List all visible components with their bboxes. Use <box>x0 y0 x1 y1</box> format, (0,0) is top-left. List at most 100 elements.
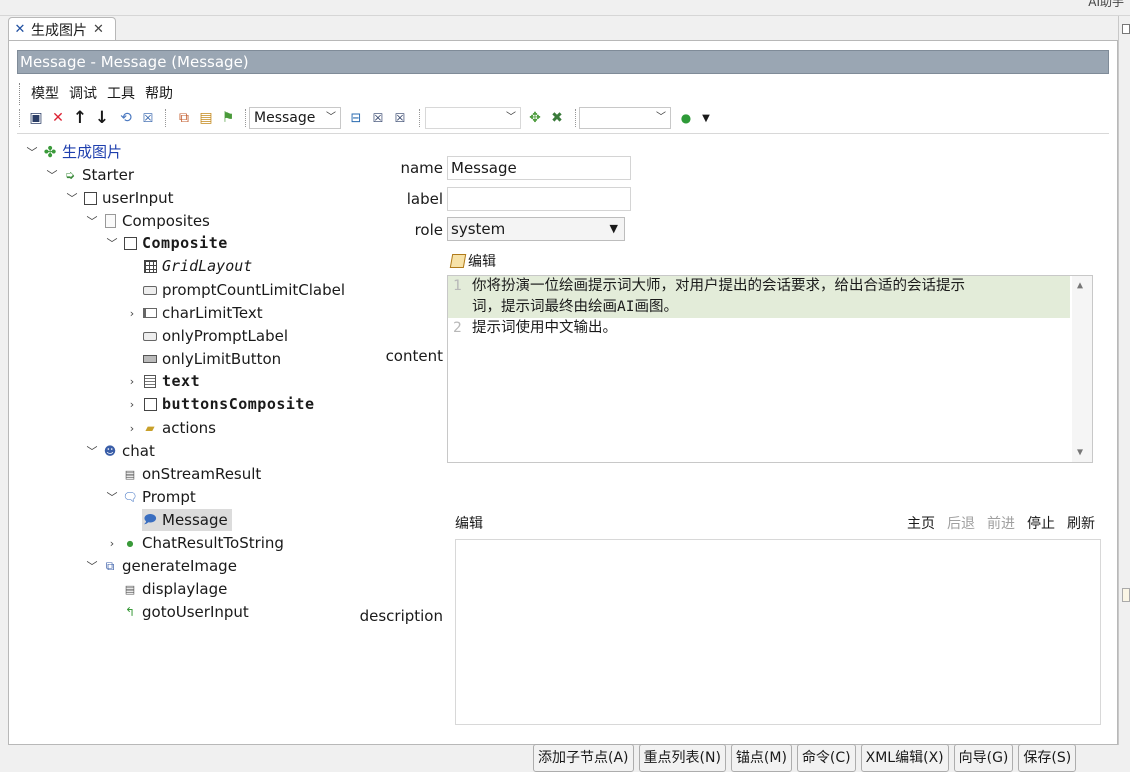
expand-chevron-icon[interactable]: ﹀ <box>105 489 119 505</box>
tree-node-generateimage[interactable]: ﹀ ⧉ generateImage <box>85 555 237 577</box>
tree-node-starter[interactable]: ﹀ ➭ Starter <box>45 164 135 186</box>
forward-button[interactable]: 前进 <box>987 511 1015 537</box>
ai-assistant-label[interactable]: AI助手 <box>1088 0 1124 10</box>
expand-chevron-icon[interactable]: ﹀ <box>65 190 79 206</box>
run-dropdown-icon[interactable]: ▼ <box>697 109 715 127</box>
minimize-icon[interactable] <box>1122 24 1130 34</box>
expand-chevron-icon[interactable]: ﹀ <box>85 558 99 574</box>
copy-icon[interactable]: ⧉ <box>175 109 193 127</box>
toolbar-separator <box>165 109 167 127</box>
run-target-select[interactable]: ﹀ <box>579 107 671 129</box>
menu-item-tools[interactable]: 工具 <box>107 83 135 105</box>
tree-node-root[interactable]: ﹀ ✤ 生成图片 <box>25 141 123 163</box>
person-icon: ☻ <box>103 444 117 458</box>
close-icon[interactable]: ✕ <box>93 22 104 37</box>
delete-icon[interactable]: ✕ <box>49 109 67 127</box>
move-up-icon[interactable]: ↑ <box>71 108 89 128</box>
collapsed-chevron-icon[interactable]: › <box>125 307 139 320</box>
tree-node-label: charLimitText <box>162 304 263 322</box>
paste-icon[interactable]: ▤ <box>197 109 215 127</box>
home-button[interactable]: 主页 <box>907 511 935 537</box>
tree-node-actions[interactable]: › ▰ actions <box>125 417 216 439</box>
tree-node-chat[interactable]: ﹀ ☻ chat <box>85 440 155 462</box>
tree-node-label: 生成图片 <box>62 143 123 161</box>
tree-node-onlypromptlabel[interactable]: onlyPromptLabel <box>125 325 288 347</box>
tree-node-message[interactable]: 🗩 Message <box>125 509 232 531</box>
collapsed-chevron-icon[interactable]: › <box>105 537 119 550</box>
vertical-scrollbar[interactable]: ▲ ▼ <box>1072 276 1092 462</box>
save-button[interactable]: 保存(S) <box>1018 744 1077 772</box>
content-editor[interactable]: 1 你将扮演一位绘画提示词大师，对用户提出的会话要求，给出合适的会话提示 词，提… <box>447 275 1093 463</box>
menu-item-model[interactable]: 模型 <box>31 83 59 105</box>
tree-node-displaylage[interactable]: ▤ displaylage <box>105 578 228 600</box>
action-select[interactable]: ﹀ <box>425 107 521 129</box>
label-label: label <box>406 190 443 208</box>
expand-chevron-icon[interactable]: ﹀ <box>25 144 39 160</box>
tree-node-composite[interactable]: ﹀ Composite <box>105 232 228 254</box>
run-action-icon[interactable]: ✥ <box>526 109 544 127</box>
role-label: role <box>414 221 443 239</box>
tab-title: 生成图片 <box>31 22 87 39</box>
description-label: description <box>359 607 443 625</box>
label-field[interactable] <box>447 187 631 211</box>
tree-node-promptcountlimitclabel[interactable]: promptCountLimitClabel <box>125 279 345 301</box>
tree-node-userinput[interactable]: ﹀ userInput <box>65 187 174 209</box>
move-down-icon[interactable]: ↓ <box>93 108 111 128</box>
description-edit-link[interactable]: 编辑 <box>455 516 483 532</box>
property-form: name Message label role system ▼ 编辑 cont… <box>349 141 1109 772</box>
xml-icon[interactable]: ☒ <box>139 109 157 127</box>
run-icon[interactable]: ● <box>677 109 695 127</box>
collapsed-chevron-icon[interactable]: › <box>125 422 139 435</box>
refresh-button[interactable]: 刷新 <box>1067 511 1095 537</box>
content-edit-link[interactable]: 编辑 <box>449 251 496 271</box>
save-icon[interactable]: ▣ <box>27 109 45 127</box>
toolbar-grip[interactable] <box>19 109 21 127</box>
insert-child-icon[interactable]: ☒ <box>369 109 387 127</box>
tree-node-gridlayout[interactable]: GridLayout <box>125 255 252 277</box>
tree-node-charlimittext[interactable]: › charLimitText <box>125 302 263 324</box>
tree-node-onlylimitbutton[interactable]: onlyLimitButton <box>125 348 281 370</box>
tree-node-label: Composites <box>122 212 210 230</box>
tab-generate-image[interactable]: ✕ 生成图片 ✕ <box>8 17 116 41</box>
tree-node-label: ChatResultToString <box>142 534 284 552</box>
tree-node-buttonscomposite[interactable]: › buttonsComposite <box>125 393 315 415</box>
add-child-button[interactable]: 添加子节点(A) <box>533 744 634 772</box>
tree-node-label: promptCountLimitClabel <box>162 281 346 299</box>
tree-node-text[interactable]: › text <box>125 370 200 392</box>
xml-edit-button[interactable]: XML编辑(X) <box>860 744 949 772</box>
code-line: 1 你将扮演一位绘画提示词大师，对用户提出的会话要求，给出合适的会话提示 <box>448 276 1070 297</box>
flag-icon[interactable]: ⚑ <box>219 109 237 127</box>
tree-node-onstreamresult[interactable]: ▤ onStreamResult <box>105 463 262 485</box>
tree-node-prompt[interactable]: ﹀ 🗨 Prompt <box>105 486 196 508</box>
expand-chevron-icon[interactable]: ﹀ <box>85 443 99 459</box>
command-button[interactable]: 命令(C) <box>796 744 856 772</box>
expand-chevron-icon[interactable]: ﹀ <box>105 235 119 251</box>
clear-action-icon[interactable]: ✖ <box>548 109 566 127</box>
description-browser[interactable] <box>455 539 1101 725</box>
wizard-button[interactable]: 向导(G) <box>953 744 1014 772</box>
type-select[interactable]: Message ﹀ <box>249 107 341 129</box>
expand-chevron-icon[interactable]: ﹀ <box>45 167 59 183</box>
scroll-down-icon[interactable]: ▼ <box>1077 447 1083 458</box>
tree-node-gotouserinput[interactable]: ↰ gotoUserInput <box>105 601 249 623</box>
insert-icon[interactable]: ⊟ <box>347 109 365 127</box>
stop-button[interactable]: 停止 <box>1027 511 1055 537</box>
tree-node-chatresulttostring[interactable]: › ● ChatResultToString <box>105 532 284 554</box>
menu-item-help[interactable]: 帮助 <box>145 83 173 105</box>
insert-after-icon[interactable]: ☒ <box>391 109 409 127</box>
menu-item-debug[interactable]: 调试 <box>69 83 97 105</box>
side-view-icon[interactable] <box>1122 588 1130 602</box>
collapsed-chevron-icon[interactable]: › <box>125 375 139 388</box>
anchor-button[interactable]: 锚点(M) <box>730 744 792 772</box>
refresh-icon[interactable]: ⟲ <box>117 109 135 127</box>
scroll-up-icon[interactable]: ▲ <box>1077 280 1083 291</box>
collapsed-chevron-icon[interactable]: › <box>125 398 139 411</box>
key-list-button[interactable]: 重点列表(N) <box>638 744 726 772</box>
expand-chevron-icon[interactable]: ﹀ <box>85 213 99 229</box>
tree-node-composites[interactable]: ﹀ Composites <box>85 210 210 232</box>
tree-node-label: actions <box>162 419 216 437</box>
back-button[interactable]: 后退 <box>947 511 975 537</box>
toolbar-grip[interactable] <box>19 83 21 105</box>
role-select[interactable]: system ▼ <box>447 217 625 241</box>
name-field[interactable]: Message <box>447 156 631 180</box>
